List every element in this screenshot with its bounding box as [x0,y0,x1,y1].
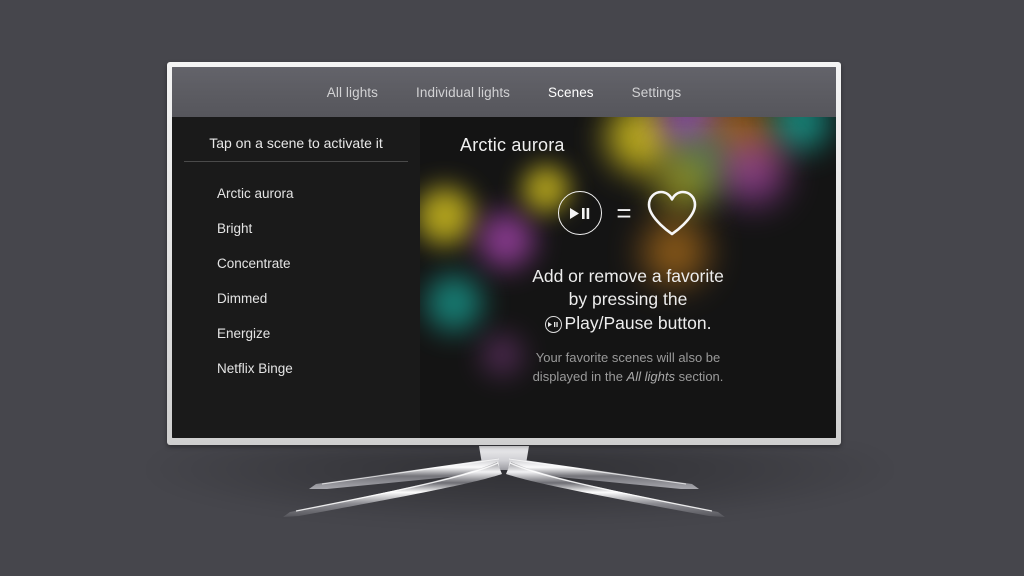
favorite-instructions: Add or remove a favorite by pressing the [420,265,836,335]
footnote-prefix: displayed in the [532,368,623,384]
pause-bars-small-icon [553,321,558,327]
equals-sign: = [616,198,632,228]
play-triangle-icon [570,207,580,219]
sidebar-hint: Tap on a scene to activate it [209,135,383,151]
play-pause-inline-icon [544,315,562,333]
tv-drop-shadow [150,448,890,524]
pause-bars-icon [582,207,590,219]
instruction-line-2: by pressing the [568,289,688,310]
panels-container: Tap on a scene to activate it Arctic aur… [172,117,836,438]
heart-outline-icon [647,190,696,236]
footnote-suffix: section. [678,368,724,384]
instruction-line-1: Add or remove a favorite [532,266,724,286]
tv-screen: All lights Individual lights Scenes Sett… [172,67,836,438]
scene-item-arctic-aurora[interactable]: Arctic aurora [172,176,420,211]
scenes-sidebar: Tap on a scene to activate it Arctic aur… [172,117,420,438]
favorite-equation: = [420,189,836,237]
footnote-line-2: displayed in the All lights section. [420,368,836,387]
scene-title: Arctic aurora [460,135,565,155]
tv-frame: All lights Individual lights Scenes Sett… [167,62,841,445]
scene-item-dimmed[interactable]: Dimmed [172,281,420,316]
screenshot-stage: All lights Individual lights Scenes Sett… [0,0,1024,576]
scene-list: Arctic aurora Bright Concentrate Dimmed … [172,168,420,386]
footnote-emphasis: All lights [626,368,675,384]
footnote-line-1: Your favorite scenes will also be [535,350,721,365]
instruction-line-3-text: Play/Pause button. [564,312,712,333]
tab-settings[interactable]: Settings [626,83,688,102]
scene-item-energize[interactable]: Energize [172,316,420,351]
tab-scenes[interactable]: Scenes [542,83,600,102]
tab-all-lights[interactable]: All lights [321,83,384,102]
play-triangle-small-icon [548,321,553,327]
scene-item-concentrate[interactable]: Concentrate [172,246,420,281]
sidebar-divider [184,161,408,162]
favorites-footnote: Your favorite scenes will also be displa… [420,349,836,387]
tab-individual-lights[interactable]: Individual lights [410,83,516,102]
top-navigation-bar: All lights Individual lights Scenes Sett… [172,67,836,117]
instruction-line-3: Play/Pause button. [420,312,836,335]
scene-detail-content: Arctic aurora = Add or remove a favorite… [420,117,836,438]
play-pause-icon[interactable] [558,191,603,235]
scene-item-netflix-binge[interactable]: Netflix Binge [172,351,420,386]
scene-detail-panel: Arctic aurora = Add or remove a favorite… [420,117,836,438]
scene-item-bright[interactable]: Bright [172,211,420,246]
